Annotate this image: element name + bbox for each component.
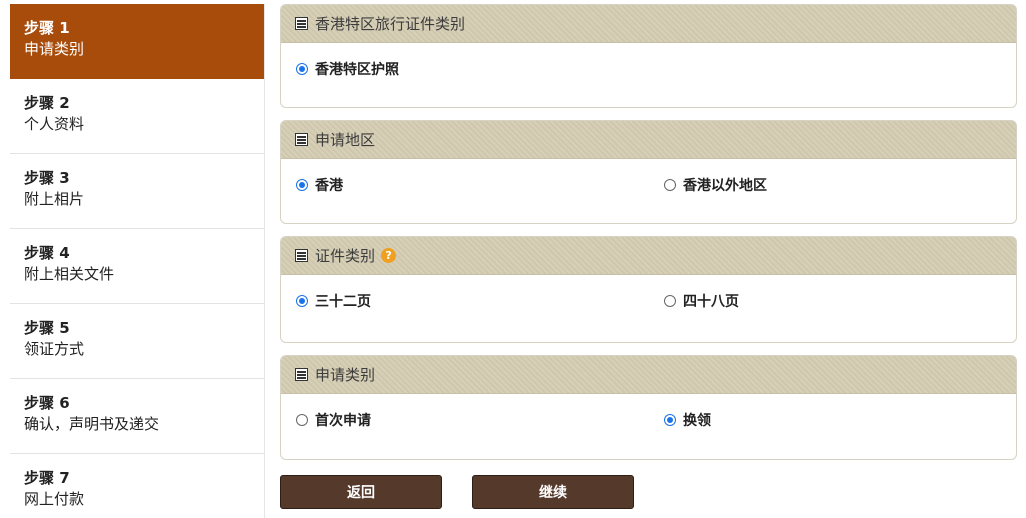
panel-body: 首次申请 换领 bbox=[281, 394, 1016, 459]
list-icon bbox=[295, 17, 308, 30]
sidebar-step-1[interactable]: 步骤 1 申请类别 bbox=[10, 4, 264, 79]
question-circle-icon[interactable]: ? bbox=[381, 248, 397, 263]
radio-48-pages[interactable]: 四十八页 bbox=[664, 291, 739, 311]
radio-button[interactable] bbox=[664, 414, 676, 426]
radio-hksar-passport[interactable]: 香港特区护照 bbox=[296, 59, 399, 79]
radio-region-hong-kong[interactable]: 香港 bbox=[296, 175, 343, 195]
panel-header: 证件类别 ? bbox=[281, 237, 1016, 275]
sidebar-step-4[interactable]: 步骤 4 附上相关文件 bbox=[10, 229, 264, 304]
step-number: 步骤 6 bbox=[24, 394, 70, 412]
step-number: 步骤 7 bbox=[24, 469, 70, 487]
panel-body: 香港 香港以外地区 bbox=[281, 159, 1016, 223]
step-label: 网上付款 bbox=[24, 490, 85, 508]
step-label: 个人资料 bbox=[24, 115, 85, 133]
panel-title: 申请地区 bbox=[315, 131, 376, 149]
radio-button[interactable] bbox=[664, 179, 676, 191]
back-button[interactable]: 返回 bbox=[280, 475, 442, 509]
step-label: 附上相关文件 bbox=[24, 265, 115, 283]
radio-button[interactable] bbox=[296, 295, 308, 307]
option-label: 四十八页 bbox=[683, 294, 739, 310]
list-icon bbox=[295, 368, 308, 381]
panel-title: 香港特区旅行证件类别 bbox=[315, 15, 466, 33]
panel-title: 证件类别 bbox=[315, 247, 376, 265]
panel-title: 申请类别 bbox=[315, 366, 376, 384]
sidebar-step-6[interactable]: 步骤 6 确认，声明书及递交 bbox=[10, 379, 264, 454]
option-label: 香港以外地区 bbox=[683, 178, 767, 194]
sidebar-step-5[interactable]: 步骤 5 领证方式 bbox=[10, 304, 264, 379]
radio-button[interactable] bbox=[296, 63, 308, 75]
option-label: 三十二页 bbox=[315, 294, 371, 310]
radio-renewal[interactable]: 换领 bbox=[664, 410, 711, 430]
step-label: 领证方式 bbox=[24, 340, 85, 358]
option-label: 香港特区护照 bbox=[315, 62, 399, 78]
panel-body: 香港特区护照 bbox=[281, 43, 1016, 107]
radio-first-application[interactable]: 首次申请 bbox=[296, 410, 371, 430]
step-label: 确认，声明书及递交 bbox=[24, 415, 160, 433]
sidebar-step-2[interactable]: 步骤 2 个人资料 bbox=[10, 79, 264, 154]
radio-button[interactable] bbox=[296, 179, 308, 191]
sidebar-step-7[interactable]: 步骤 7 网上付款 bbox=[10, 454, 264, 518]
radio-button[interactable] bbox=[296, 414, 308, 426]
application-region-panel: 申请地区 香港 香港以外地区 bbox=[280, 120, 1017, 224]
list-icon bbox=[295, 249, 308, 262]
travel-document-type-panel: 香港特区旅行证件类别 香港特区护照 bbox=[280, 4, 1017, 108]
panel-header: 申请地区 bbox=[281, 121, 1016, 159]
panel-body: 三十二页 四十八页 bbox=[281, 275, 1016, 342]
step-number: 步骤 2 bbox=[24, 94, 70, 112]
radio-region-outside-hong-kong[interactable]: 香港以外地区 bbox=[664, 175, 767, 195]
option-label: 换领 bbox=[683, 413, 711, 429]
step-label: 申请类别 bbox=[24, 40, 85, 58]
step-number: 步骤 3 bbox=[24, 169, 70, 187]
document-pages-panel: 证件类别 ? 三十二页 四十八页 bbox=[280, 236, 1017, 343]
step-number: 步骤 1 bbox=[24, 19, 70, 37]
radio-button[interactable] bbox=[664, 295, 676, 307]
step-label: 附上相片 bbox=[24, 190, 85, 208]
radio-32-pages[interactable]: 三十二页 bbox=[296, 291, 371, 311]
continue-button[interactable]: 继续 bbox=[472, 475, 634, 509]
option-label: 香港 bbox=[315, 178, 343, 194]
step-number: 步骤 5 bbox=[24, 319, 70, 337]
option-label: 首次申请 bbox=[315, 413, 371, 429]
step-sidebar: 步骤 1 申请类别 步骤 2 个人资料 步骤 3 附上相片 步骤 4 附上相关文… bbox=[10, 4, 265, 518]
sidebar-step-3[interactable]: 步骤 3 附上相片 bbox=[10, 154, 264, 229]
step-number: 步骤 4 bbox=[24, 244, 70, 262]
panel-header: 香港特区旅行证件类别 bbox=[281, 5, 1016, 43]
application-type-panel: 申请类别 首次申请 换领 bbox=[280, 355, 1017, 460]
list-icon bbox=[295, 133, 308, 146]
panel-header: 申请类别 bbox=[281, 356, 1016, 394]
